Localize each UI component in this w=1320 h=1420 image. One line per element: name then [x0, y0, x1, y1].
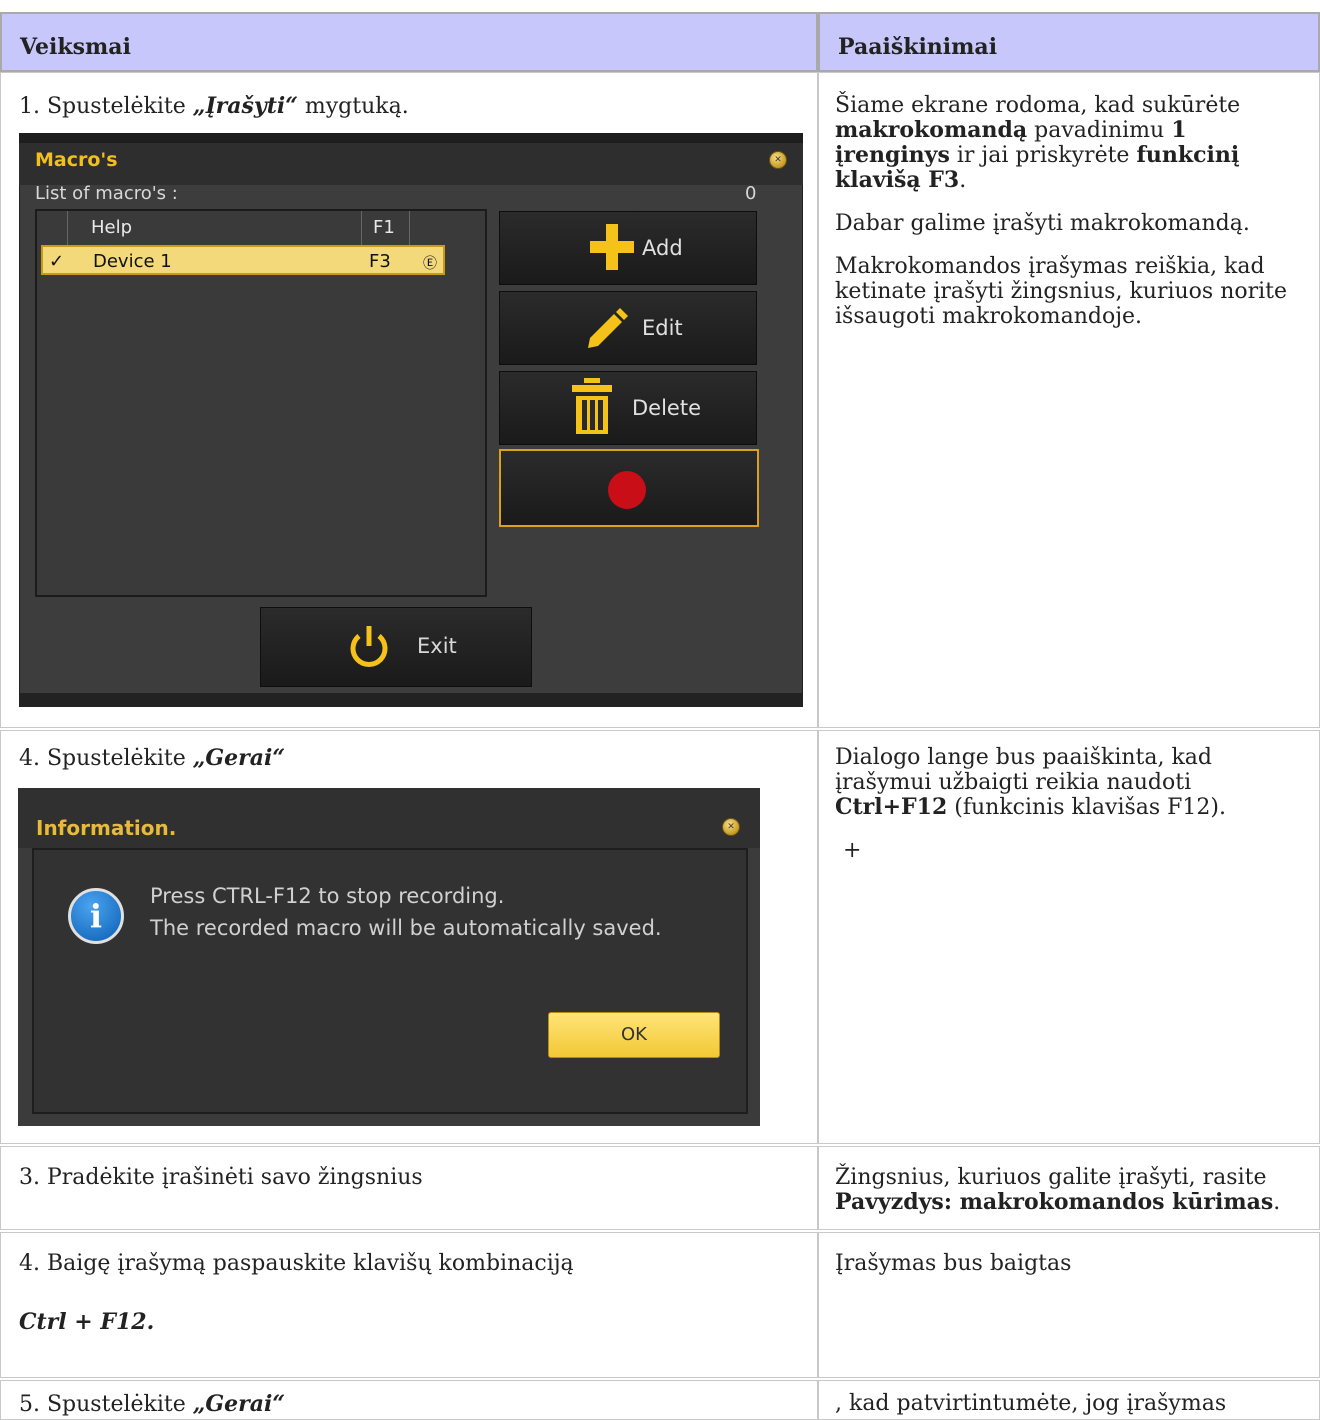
header-explanations-label: Paaiškinimai [838, 34, 998, 60]
explanation-paragraph: Dialogo lange bus paaiškinta, kad įrašym… [835, 745, 1309, 820]
dialog-message: Press CTRL-F12 to stop recording. The re… [150, 880, 662, 944]
step-emphasis: „Gerai“ [192, 1391, 286, 1417]
ok-button[interactable]: OK [548, 1012, 720, 1058]
dialog-bottom-strip [19, 693, 803, 707]
record-icon [608, 471, 646, 509]
header-cell-explanations: Paaiškinimai [818, 12, 1320, 72]
list-item[interactable]: Help F1 [41, 213, 445, 243]
explanation-text: Šiame ekrane rodoma, kad sukūrėte makrok… [835, 93, 1309, 347]
macro-list[interactable]: Help F1 ✓ Device 1 F3 Ⓔ [35, 209, 487, 597]
bold-term: makrokomandą [835, 117, 1028, 143]
message-line: Press CTRL-F12 to stop recording. [150, 884, 505, 908]
table-row: 4. Baigę įrašymą paspauskite klavišų kom… [0, 1232, 1320, 1378]
check-icon: ✓ [49, 251, 65, 272]
text-run: ir jai priskyrėte [949, 143, 1137, 168]
explanation-cell: Dialogo lange bus paaiškinta, kad įrašym… [818, 730, 1320, 1144]
explanation-cell: Žingsnius, kuriuos galite įrašyti, rasit… [818, 1146, 1320, 1230]
macro-name: Device 1 [93, 251, 172, 272]
step-text: 3. Pradėkite įrašinėti savo žingsnius [19, 1165, 423, 1190]
macro-key: F1 [373, 217, 395, 238]
add-label: Add [642, 236, 683, 260]
dialog-top-strip [19, 133, 803, 143]
explanation-text: Įrašymas bus baigtas [835, 1251, 1072, 1276]
info-icon: i [68, 888, 124, 944]
text-run: Šiame ekrane rodoma, kad sukūrėte [835, 93, 1241, 118]
step-cell: 3. Pradėkite įrašinėti savo žingsnius [0, 1146, 818, 1230]
extra-icon: Ⓔ [423, 256, 437, 272]
step-text: 4. Spustelėkite „Gerai“ [19, 745, 285, 772]
exit-label: Exit [417, 634, 457, 658]
macro-key: F3 [369, 251, 391, 272]
text-run: pavadinimu [1027, 118, 1172, 143]
table-header-row: Veiksmai Paaiškinimai [0, 12, 1320, 72]
record-button[interactable] [499, 449, 759, 527]
step-prefix: 4. Spustelėkite [19, 746, 193, 771]
close-icon[interactable]: ✕ [722, 818, 740, 836]
table-row: 3. Pradėkite įrašinėti savo žingsnius Ži… [0, 1146, 1320, 1230]
delete-label: Delete [632, 396, 701, 420]
exit-button[interactable]: Exit [260, 607, 532, 687]
delete-button[interactable]: Delete [499, 371, 757, 445]
step-emphasis: „Įrašyti“ [192, 93, 298, 119]
step-text: 1. Spustelėkite „Įrašyti“ mygtuką. [19, 93, 409, 120]
key-combination: Ctrl + F12. [19, 1309, 154, 1336]
step-text: 5. Spustelėkite „Gerai“ [19, 1391, 285, 1418]
edit-label: Edit [642, 316, 683, 340]
explanation-paragraph: + [843, 838, 862, 863]
explanation-paragraph: Dabar galime įrašyti makrokomandą. [835, 211, 1250, 236]
step-cell: 5. Spustelėkite „Gerai“ [0, 1380, 818, 1420]
explanation-cell: Įrašymas bus baigtas [818, 1232, 1320, 1378]
table-row: 5. Spustelėkite „Gerai“ , kad patvirtint… [0, 1380, 1320, 1420]
explanation-text: , kad patvirtintumėte, jog įrašymas [835, 1391, 1227, 1416]
step-emphasis: „Gerai“ [192, 745, 286, 771]
power-icon [350, 626, 388, 667]
key-combo-text: Ctrl + F12. [19, 1309, 155, 1335]
step-suffix: mygtuką. [297, 94, 409, 119]
header-actions-label: Veiksmai [20, 34, 131, 60]
header-cell-actions: Veiksmai [0, 12, 818, 72]
macro-name: Help [91, 217, 133, 238]
trash-icon [572, 378, 612, 434]
text-run: . [959, 168, 967, 193]
macro-dialog: Macro's ✕ List of macro's : 0 Help F1 ✓ … [19, 133, 803, 707]
table-row: 1. Spustelėkite „Įrašyti“ mygtuką. Macro… [0, 72, 1320, 728]
text-run: . [1273, 1190, 1281, 1215]
message-line: The recorded macro will be automatically… [150, 916, 662, 940]
step-cell: 4. Baigę įrašymą paspauskite klavišų kom… [0, 1232, 818, 1378]
list-item-selected[interactable]: ✓ Device 1 F3 Ⓔ [41, 245, 445, 275]
macro-count: 0 [745, 183, 757, 204]
pencil-icon [588, 308, 628, 348]
bold-term: Ctrl+F12 [835, 794, 948, 820]
step-prefix: 5. Spustelėkite [19, 1392, 193, 1417]
step-prefix: 1. Spustelėkite [19, 94, 193, 119]
bold-term: Pavyzdys: makrokomandos kūrimas [835, 1189, 1274, 1215]
dialog-titlebar [19, 143, 803, 185]
explanation-text: Žingsnius, kuriuos galite įrašyti, rasit… [835, 1165, 1309, 1215]
explanation-cell: , kad patvirtintumėte, jog įrašymas [818, 1380, 1320, 1420]
explanation-paragraph: Makrokomandos įrašymas reiškia, kad keti… [835, 254, 1288, 329]
explanation-cell: Šiame ekrane rodoma, kad sukūrėte makrok… [818, 72, 1320, 728]
explanation-paragraph: Šiame ekrane rodoma, kad sukūrėte makrok… [835, 93, 1309, 193]
information-dialog: Information. ✕ i Press CTRL-F12 to stop … [18, 788, 760, 1126]
close-icon[interactable]: ✕ [769, 151, 787, 169]
step-cell: 1. Spustelėkite „Įrašyti“ mygtuką. Macro… [0, 72, 818, 728]
text-run: Dialogo lange bus paaiškinta, kad įrašym… [835, 745, 1212, 795]
step-text: 4. Baigę įrašymą paspauskite klavišų kom… [19, 1251, 574, 1276]
dialog-title: Macro's [35, 149, 118, 171]
add-button[interactable]: Add [499, 211, 757, 285]
list-label: List of macro's : [35, 183, 178, 204]
plus-icon [590, 224, 634, 270]
explanation-text: Dialogo lange bus paaiškinta, kad įrašym… [835, 745, 1309, 881]
text-run: Žingsnius, kuriuos galite įrašyti, rasit… [835, 1165, 1267, 1190]
text-run: (funkcinis klavišas F12). [947, 795, 1227, 820]
edit-button[interactable]: Edit [499, 291, 757, 365]
dialog-title: Information. [36, 816, 177, 840]
